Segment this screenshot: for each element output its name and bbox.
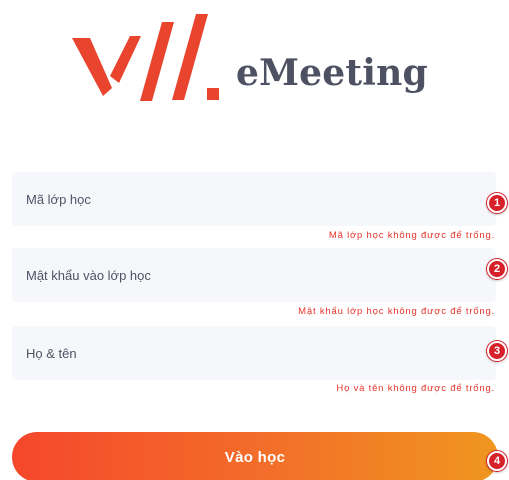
class-code-error: Mã lớp học không được để trống.	[328, 230, 495, 241]
full-name-error: Họ và tên không được để trống.	[336, 383, 495, 394]
brand-name: eMeeting	[236, 52, 428, 94]
class-password-input[interactable]: Mật khẩu vào lớp học	[12, 248, 496, 302]
full-name-placeholder: Họ & tên	[26, 345, 77, 361]
login-page: eMeeting Mã lớp học 1 Mã lớp học không đ…	[0, 0, 509, 480]
class-code-input[interactable]: Mã lớp học	[12, 172, 496, 226]
annotation-marker-2: 2	[487, 259, 507, 279]
annotation-marker-1: 1	[487, 193, 507, 213]
w-logo-icon	[72, 14, 219, 101]
join-class-button[interactable]: Vào học	[12, 432, 498, 480]
annotation-marker-3: 3	[487, 341, 507, 361]
class-password-error: Mật khẩu lớp học không được để trống.	[298, 306, 495, 317]
emeeting-logo: eMeeting	[70, 8, 470, 108]
class-password-placeholder: Mật khẩu vào lớp học	[26, 267, 151, 283]
annotation-marker-4: 4	[487, 451, 507, 471]
full-name-input[interactable]: Họ & tên	[12, 326, 496, 380]
class-code-placeholder: Mã lớp học	[26, 191, 91, 207]
